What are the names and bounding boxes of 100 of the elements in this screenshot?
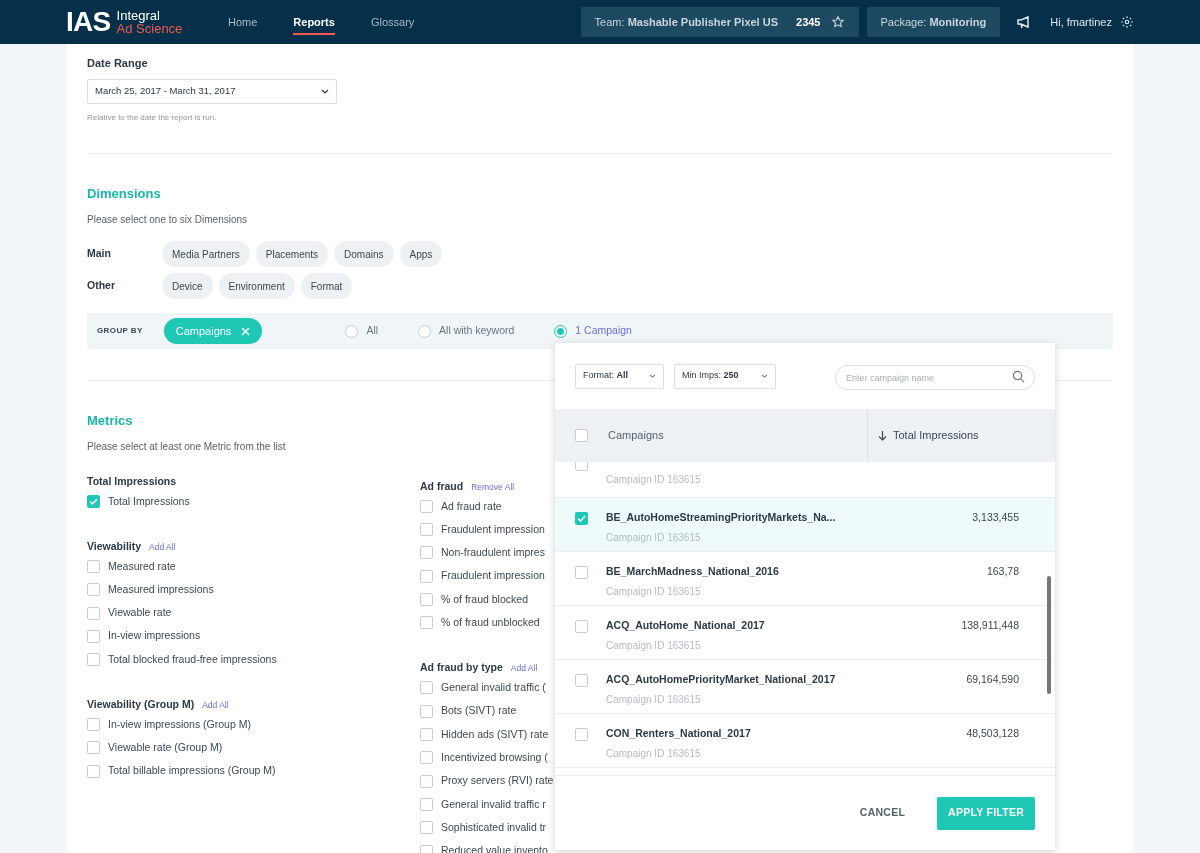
settings-icon[interactable] [1120, 15, 1134, 29]
scrollbar[interactable] [1047, 576, 1051, 694]
impressions-value: 138,911,448 [960, 618, 1019, 633]
checkbox[interactable] [420, 569, 433, 583]
metric-label[interactable]: Fraudulent impression [441, 521, 545, 538]
format-select[interactable]: Format: All [575, 363, 664, 389]
checkbox[interactable] [420, 751, 433, 765]
group-action-link[interactable]: Add All [149, 540, 176, 554]
metric-label[interactable]: Incentivized browsing ( [441, 749, 548, 766]
metric-group-title: Viewability (Group M) [87, 696, 195, 712]
impressions-value: 48,503,128 [965, 726, 1019, 741]
checkbox[interactable] [575, 620, 588, 633]
radio-label[interactable]: All with keyword [439, 323, 515, 339]
metric-label[interactable]: General invalid traffic r [441, 796, 546, 813]
metric-group-title: Ad fraud [420, 478, 464, 494]
metric-label[interactable]: Measured impressions [108, 581, 214, 598]
checkbox[interactable] [420, 797, 433, 811]
campaign-row[interactable]: CON_Renters_National_2017 Campaign ID 163615 48,503,128 [555, 714, 1055, 768]
chevron-down-icon [761, 374, 768, 378]
metric-label[interactable]: % of fraud blocked [441, 591, 528, 608]
checkbox[interactable] [87, 583, 100, 597]
metric-label[interactable]: Viewable rate (Group M) [108, 740, 223, 756]
checkbox[interactable] [87, 494, 100, 508]
section-title: Dimensions [87, 184, 162, 203]
metric-label[interactable]: In-view impressions [108, 628, 201, 645]
dimension-chip[interactable]: Device [162, 273, 213, 299]
checkbox[interactable] [87, 606, 100, 620]
group-action-link[interactable]: Remove All [471, 480, 515, 494]
nav-tab[interactable]: Home [228, 13, 258, 36]
metric-label[interactable]: Non-fraudulent impres [441, 545, 545, 561]
checkbox[interactable] [575, 728, 588, 741]
group-action-link[interactable]: Add All [202, 698, 229, 712]
radio-label[interactable]: All [366, 323, 379, 339]
team-selector[interactable]: Team: Mashable Publisher Pixel US 2345 [580, 7, 859, 37]
metric-label[interactable]: Total blocked fraud-free impressions [108, 651, 277, 668]
checkbox[interactable] [420, 774, 433, 788]
checkbox[interactable] [575, 512, 588, 525]
metric-label[interactable]: Hidden ads (SIVT) rate [441, 726, 549, 743]
campaign-search-field[interactable]: Enter campaign name [835, 365, 1035, 390]
radio-button[interactable] [345, 324, 359, 338]
metric-label[interactable]: Measured rate [108, 558, 176, 575]
nav-tab[interactable]: Reports [293, 13, 335, 36]
team-label: Team: Mashable Publisher Pixel US [594, 14, 778, 30]
checkbox[interactable] [87, 764, 100, 778]
metric-label[interactable]: Ad fraud rate [441, 498, 502, 515]
min-imps-select[interactable]: Min Imps: 250 [674, 363, 776, 389]
checkbox[interactable] [420, 704, 433, 718]
section-subtitle: Please select at least one Metric from the list [87, 439, 287, 454]
campaign-row[interactable]: ACQ_AutoHomePriorityMarket_National_2017 Campaign ID 163615 69,164,590 [555, 660, 1055, 714]
package-selector[interactable]: Package: Monitoring [866, 7, 1001, 37]
cancel-button[interactable]: CANCEL [847, 796, 918, 830]
group-action-link[interactable]: Add All [510, 662, 538, 675]
campaign-row[interactable]: ACQ_AutoHome_National_2017 Campaign ID 163615 138,911,448 [555, 606, 1055, 660]
metric-label[interactable]: General invalid traffic ( [441, 680, 546, 696]
star-icon[interactable] [830, 15, 845, 29]
dimension-chip[interactable]: Environment [218, 273, 295, 299]
dimension-chip[interactable]: Domains [334, 241, 394, 267]
checkbox[interactable] [575, 566, 588, 579]
checkbox[interactable] [420, 546, 433, 560]
checkbox[interactable] [420, 499, 433, 513]
nav-tab[interactable]: Glossary [370, 13, 415, 36]
checkbox[interactable] [575, 429, 588, 442]
section-title: Metrics [87, 412, 134, 430]
checkbox[interactable] [420, 728, 433, 741]
checkbox[interactable] [420, 523, 433, 537]
metric-label[interactable]: Total Impressions [108, 493, 190, 510]
dimension-chip[interactable]: Apps [399, 241, 443, 267]
checkbox[interactable] [420, 821, 433, 835]
radio-button[interactable] [554, 324, 568, 338]
campaign-name: ACQ_AutoHomePriorityMarket_National_2017 [606, 672, 837, 687]
logo-mark: IAS [66, 8, 111, 36]
checkbox[interactable] [87, 718, 100, 732]
user-greeting[interactable]: Hi, fmartinez [1050, 13, 1112, 31]
metric-label[interactable]: Total billable impressions (Group M) [108, 763, 276, 780]
checkbox[interactable] [420, 681, 433, 695]
campaign-row[interactable]: BE_AutoHomeStreamingPriorityMarkets_Na... Campaign ID 163615 3,133,455 [555, 498, 1055, 552]
dimension-chip[interactable]: Format [300, 273, 353, 299]
checkbox[interactable] [420, 593, 433, 607]
metric-label[interactable]: Sophisticated invalid tr [441, 819, 547, 836]
metric-label[interactable]: Proxy servers (RVI) rate [441, 773, 554, 789]
dimension-chip[interactable]: Placements [255, 241, 329, 267]
dimension-chip[interactable]: Media Partners [162, 241, 250, 267]
metric-label[interactable]: Fraudulent impression [441, 568, 545, 585]
column-header[interactable]: Total Impressions [878, 427, 979, 444]
radio-label[interactable]: 1 Campaign [575, 323, 632, 339]
checkbox[interactable] [87, 559, 100, 573]
column-header[interactable]: Campaigns [608, 427, 867, 444]
checkbox[interactable] [87, 653, 100, 667]
metric-label[interactable]: Bots (SIVT) rate [441, 703, 517, 720]
checkbox[interactable] [87, 741, 100, 755]
metric-label[interactable]: Viewable rate [108, 605, 172, 621]
radio-button[interactable] [418, 324, 432, 338]
checkbox[interactable] [420, 616, 433, 630]
close-icon[interactable] [241, 326, 251, 336]
metric-label[interactable]: % of fraud unblocked [441, 615, 540, 631]
date-range-select[interactable]: March 25, 2017 - March 31, 2017 [87, 78, 337, 104]
metric-label[interactable]: In-view impressions (Group M) [108, 716, 251, 733]
campaign-row[interactable]: BE_MarchMadness_National_2016 Campaign ID 163615 163,78 [555, 552, 1055, 606]
checkbox[interactable] [87, 629, 100, 643]
checkbox[interactable] [575, 674, 588, 687]
